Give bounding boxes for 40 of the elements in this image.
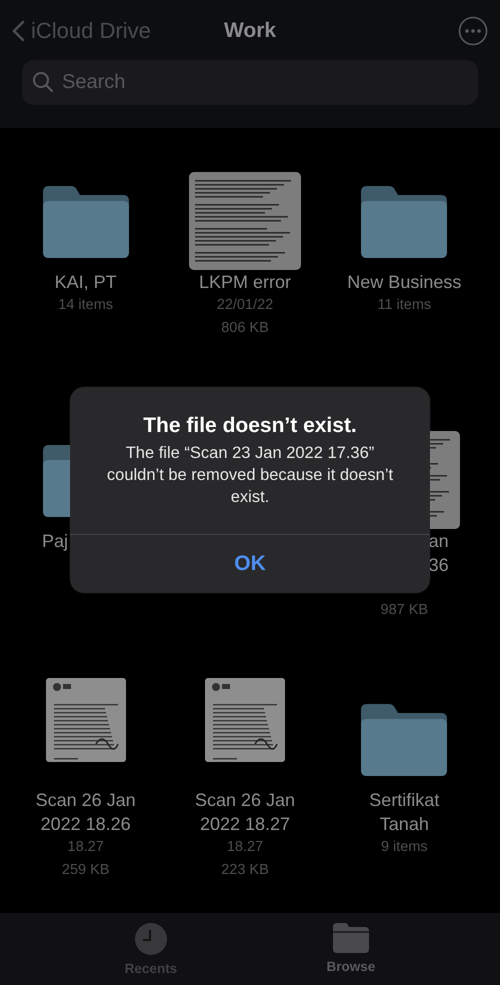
back-button[interactable]: iCloud Drive bbox=[12, 18, 151, 44]
file-detail: 987 KB bbox=[380, 601, 428, 620]
file-detail: 9 items bbox=[380, 838, 428, 857]
file-name: Scan 26 Jan bbox=[36, 789, 136, 812]
alert-title: The file doesn’t exist. bbox=[142, 414, 358, 438]
folder-icon[interactable] bbox=[361, 704, 448, 776]
clock-icon bbox=[134, 923, 167, 955]
file-name: 36 bbox=[428, 554, 449, 577]
screen-title: Work bbox=[224, 19, 276, 42]
folder-icon bbox=[332, 923, 369, 953]
ok-button[interactable]: OK bbox=[70, 534, 430, 593]
file-detail: 18.27 bbox=[226, 838, 264, 857]
file-detail: 223 KB bbox=[221, 861, 269, 880]
file-name: 2022 18.27 bbox=[200, 813, 290, 836]
document-thumbnail[interactable] bbox=[188, 172, 301, 270]
file-name: 2022 18.26 bbox=[40, 813, 131, 836]
alert-message: The file “Scan 23 Jan 2022 17.36” couldn’t be removed because it doesn’t exist. bbox=[106, 443, 394, 508]
search-field[interactable]: Search bbox=[22, 60, 478, 105]
file-name: Paj bbox=[41, 530, 68, 553]
file-name: Scan 26 Jan bbox=[194, 789, 296, 812]
folder-icon[interactable] bbox=[42, 186, 129, 258]
document-thumbnail[interactable] bbox=[204, 678, 285, 762]
folder-icon[interactable] bbox=[361, 186, 448, 258]
tab[interactable]: Browse bbox=[320, 913, 382, 985]
file-detail: 806 KB bbox=[221, 319, 269, 338]
file-detail: 22/01/22 bbox=[216, 296, 274, 315]
chevron-left-icon bbox=[12, 20, 25, 42]
file-name: Sertifikat bbox=[369, 789, 440, 812]
file-detail: 14 items bbox=[58, 296, 114, 315]
file-name: New Business bbox=[347, 271, 462, 294]
file-name: KAI, PT bbox=[54, 271, 117, 294]
file-detail: 259 KB bbox=[62, 861, 110, 880]
file-detail: 18.27 bbox=[68, 838, 104, 857]
document-thumbnail[interactable] bbox=[46, 678, 126, 762]
file-name: an bbox=[428, 530, 449, 553]
file-detail: 11 items bbox=[377, 296, 432, 315]
search-icon bbox=[32, 71, 54, 93]
file-name: Tanah bbox=[380, 813, 429, 836]
file-name: LKPM error bbox=[198, 271, 291, 294]
more-icon[interactable] bbox=[458, 16, 488, 46]
